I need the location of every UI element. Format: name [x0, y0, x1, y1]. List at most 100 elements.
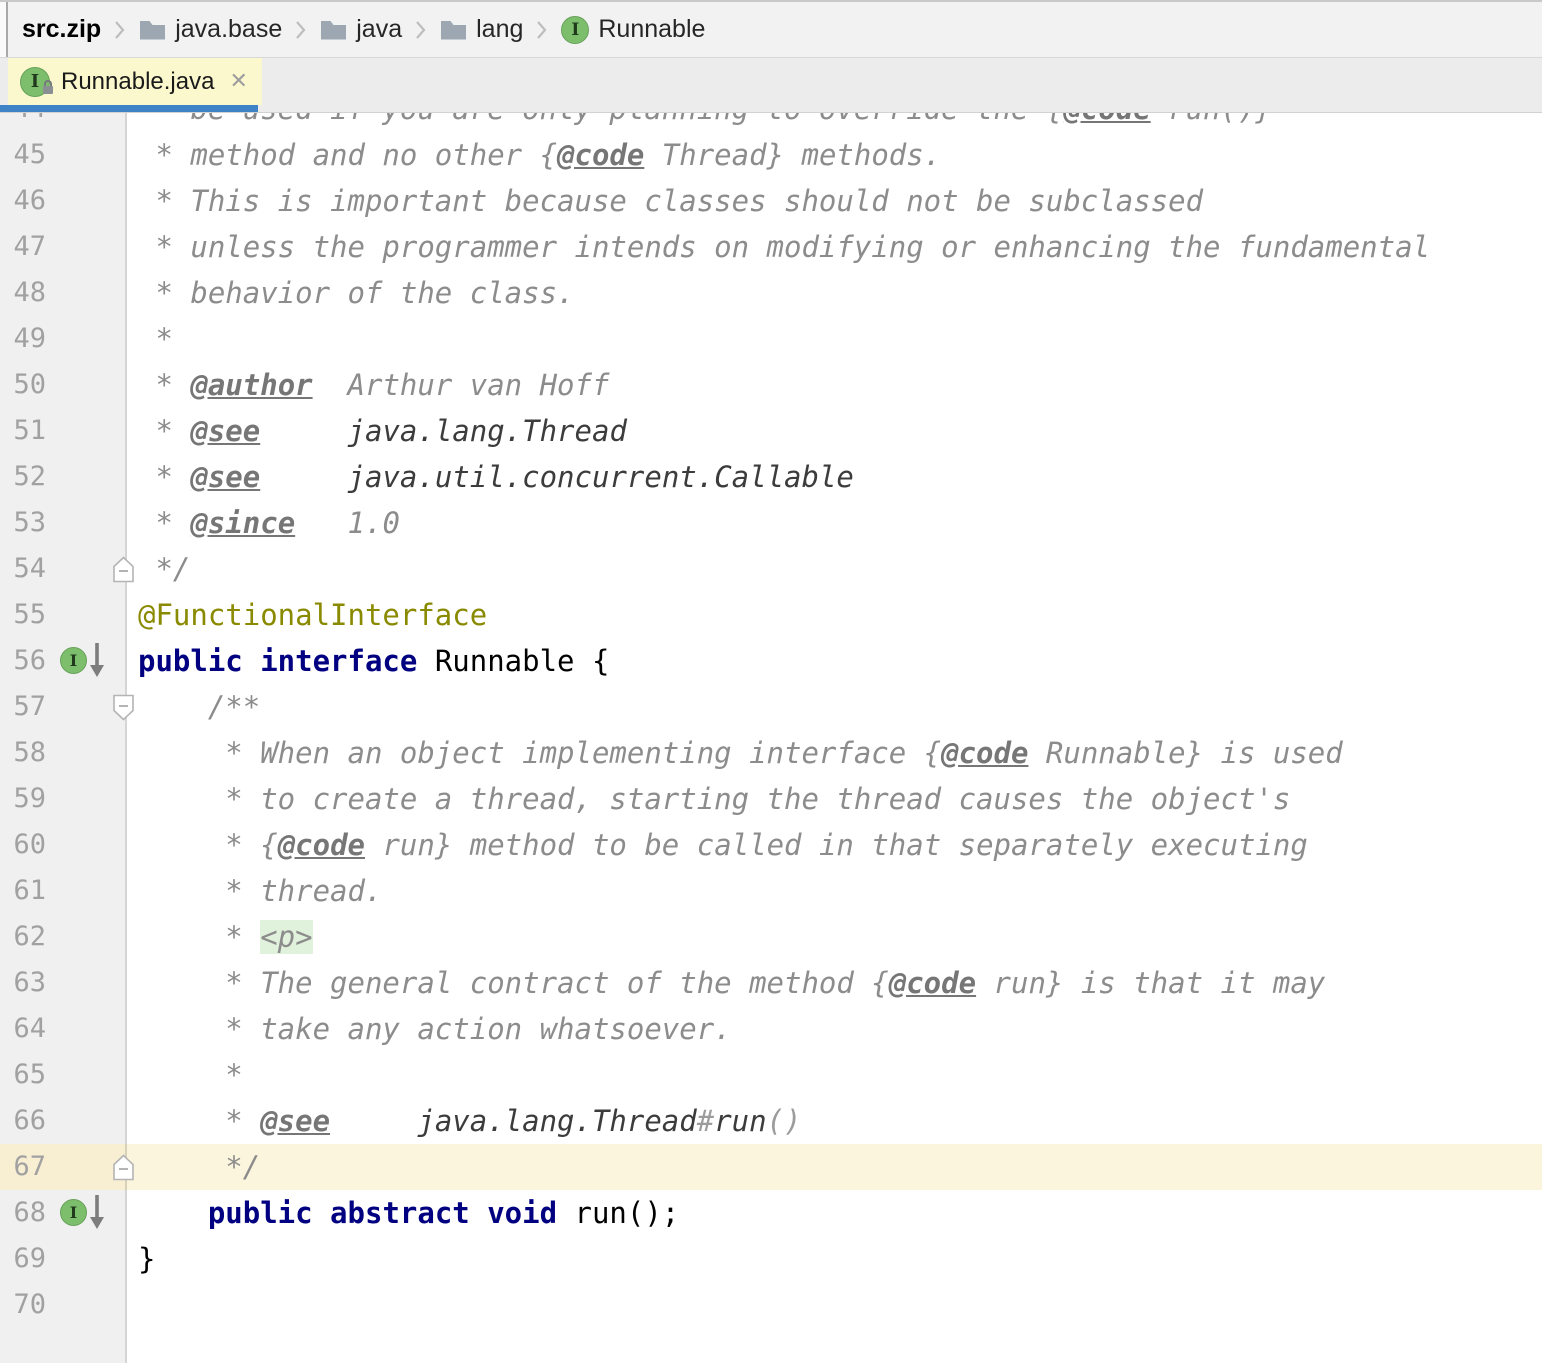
- code-token-ann: @FunctionalInterface: [138, 598, 488, 632]
- code-line-text[interactable]: * {@code run} method to be called in tha…: [127, 822, 1542, 868]
- interface-implementations-icon[interactable]: I: [60, 1199, 87, 1226]
- code-line[interactable]: 48 * behavior of the class.: [0, 270, 1542, 316]
- code-line[interactable]: 47 * unless the programmer intends on mo…: [0, 224, 1542, 270]
- tab-close-icon[interactable]: ✕: [229, 69, 247, 94]
- code-line-text[interactable]: */: [127, 546, 1542, 592]
- fold-marker-icon[interactable]: [112, 556, 135, 583]
- code-line-text[interactable]: * unless the programmer intends on modif…: [127, 224, 1542, 270]
- code-line-text[interactable]: * When an object implementing interface …: [127, 730, 1542, 776]
- code-line-text[interactable]: /**: [127, 684, 1542, 730]
- code-line[interactable]: 67 */: [0, 1144, 1542, 1190]
- code-token-c: *: [138, 368, 191, 402]
- code-line[interactable]: 58 * When an object implementing interfa…: [0, 730, 1542, 776]
- breadcrumb-item-runnable[interactable]: I Runnable: [555, 15, 711, 44]
- code-line-text[interactable]: * take any action whatsoever.: [127, 1006, 1542, 1052]
- code-line-text[interactable]: * @since 1.0: [127, 500, 1542, 546]
- code-line[interactable]: 51 * @see java.lang.Thread: [0, 408, 1542, 454]
- code-token-tag: @code: [1063, 113, 1150, 126]
- code-line-text[interactable]: public abstract void run();: [127, 1190, 1542, 1236]
- code-token-light: (): [766, 1104, 802, 1138]
- breadcrumb-item-java.base[interactable]: java.base: [133, 15, 288, 44]
- tab-runnable-java[interactable]: I Runnable.java ✕: [8, 58, 262, 105]
- code-line-text[interactable]: * behavior of the class.: [127, 270, 1542, 316]
- code-line[interactable]: 49 *: [0, 316, 1542, 362]
- code-line-text[interactable]: [127, 1282, 1542, 1328]
- chevron-right-icon: [531, 19, 553, 41]
- gutter: 55: [0, 592, 127, 638]
- code-line-text[interactable]: * @see java.util.concurrent.Callable: [127, 454, 1542, 500]
- breadcrumb-item-java[interactable]: java: [314, 15, 408, 44]
- line-number: 53: [13, 507, 46, 538]
- code-line[interactable]: 52 * @see java.util.concurrent.Callable: [0, 454, 1542, 500]
- code-token-c: run} is that it may: [976, 966, 1326, 1000]
- breadcrumb-item-src.zip[interactable]: src.zip: [16, 15, 107, 44]
- code-token-c: * This is important because classes shou…: [138, 184, 1204, 218]
- gutter: 66: [0, 1098, 127, 1144]
- code-token-c: * thread.: [138, 874, 383, 908]
- code-line-text[interactable]: }: [127, 1236, 1542, 1282]
- line-number: 44: [0, 113, 46, 132]
- code-line-text[interactable]: */: [127, 1144, 1542, 1190]
- line-number: 59: [13, 783, 46, 814]
- code-line[interactable]: 55 @FunctionalInterface: [0, 592, 1542, 638]
- line-number: 47: [13, 231, 46, 262]
- code-token-c: run()}: [1151, 113, 1273, 126]
- implementations-arrow-icon[interactable]: [88, 1193, 106, 1236]
- fold-marker-icon[interactable]: [112, 694, 135, 721]
- code-token-c: Runnable} is used: [1028, 736, 1343, 770]
- code-line-text[interactable]: *: [127, 1052, 1542, 1098]
- code-line[interactable]: 44 * be used if you are only planning to…: [0, 113, 1542, 132]
- code-line[interactable]: 56 Ipublic interface Runnable {: [0, 638, 1542, 684]
- code-line[interactable]: 69}: [0, 1236, 1542, 1282]
- readonly-lock-icon: [41, 79, 55, 100]
- code-line-text[interactable]: * The general contract of the method {@c…: [127, 960, 1542, 1006]
- interface-implementations-icon[interactable]: I: [60, 647, 87, 674]
- code-line[interactable]: 66 * @see java.lang.Thread#run(): [0, 1098, 1542, 1144]
- code-line-text[interactable]: * thread.: [127, 868, 1542, 914]
- code-line[interactable]: 46 * This is important because classes s…: [0, 178, 1542, 224]
- code-line[interactable]: 65 *: [0, 1052, 1542, 1098]
- code-line-text[interactable]: * @see java.lang.Thread: [127, 408, 1542, 454]
- code-line[interactable]: 60 * {@code run} method to be called in …: [0, 822, 1542, 868]
- interface-icon: I: [60, 647, 87, 674]
- code-line-text[interactable]: * This is important because classes shou…: [127, 178, 1542, 224]
- code-editor[interactable]: 44 * be used if you are only planning to…: [0, 113, 1542, 1363]
- code-line[interactable]: 68 I public abstract void run();: [0, 1190, 1542, 1236]
- code-line[interactable]: 61 * thread.: [0, 868, 1542, 914]
- line-number: 60: [13, 829, 46, 860]
- code-token-c: *: [138, 506, 191, 540]
- line-number: 51: [13, 415, 46, 446]
- code-line[interactable]: 62 * <p>: [0, 914, 1542, 960]
- line-number: 64: [13, 1013, 46, 1044]
- code-token-tag: @see: [190, 460, 261, 494]
- code-line[interactable]: 64 * take any action whatsoever.: [0, 1006, 1542, 1052]
- code-line[interactable]: 63 * The general contract of the method …: [0, 960, 1542, 1006]
- code-line[interactable]: 50 * @author Arthur van Hoff: [0, 362, 1542, 408]
- code-token-plain: Runnable {: [417, 644, 610, 678]
- code-line[interactable]: 70: [0, 1282, 1542, 1328]
- line-number: 58: [13, 737, 46, 768]
- code-line-text[interactable]: * <p>: [127, 914, 1542, 960]
- code-line-text[interactable]: * method and no other {@code Thread} met…: [127, 132, 1542, 178]
- code-line[interactable]: 59 * to create a thread, starting the th…: [0, 776, 1542, 822]
- code-line-text[interactable]: * to create a thread, starting the threa…: [127, 776, 1542, 822]
- implementations-arrow-icon[interactable]: [88, 641, 106, 684]
- code-token-c: Arthur van Hoff: [312, 368, 610, 402]
- line-number: 48: [13, 277, 46, 308]
- code-line-text[interactable]: * @author Arthur van Hoff: [127, 362, 1542, 408]
- code-line[interactable]: 57 /**: [0, 684, 1542, 730]
- code-line[interactable]: 54 */: [0, 546, 1542, 592]
- code-line-text[interactable]: public interface Runnable {: [127, 638, 1542, 684]
- code-line-text[interactable]: @FunctionalInterface: [127, 592, 1542, 638]
- code-line[interactable]: 53 * @since 1.0: [0, 500, 1542, 546]
- code-token-kw: public interface: [138, 644, 418, 678]
- code-line-text[interactable]: * be used if you are only planning to ov…: [127, 113, 1542, 132]
- code-line-text[interactable]: * @see java.lang.Thread#run(): [127, 1098, 1542, 1144]
- code-line[interactable]: 45 * method and no other {@code Thread} …: [0, 132, 1542, 178]
- code-token-p: <p>: [260, 920, 313, 954]
- line-number: 62: [13, 921, 46, 952]
- gutter: 64: [0, 1006, 127, 1052]
- fold-marker-icon[interactable]: [112, 1154, 135, 1181]
- code-line-text[interactable]: *: [127, 316, 1542, 362]
- breadcrumb-item-lang[interactable]: lang: [434, 15, 529, 44]
